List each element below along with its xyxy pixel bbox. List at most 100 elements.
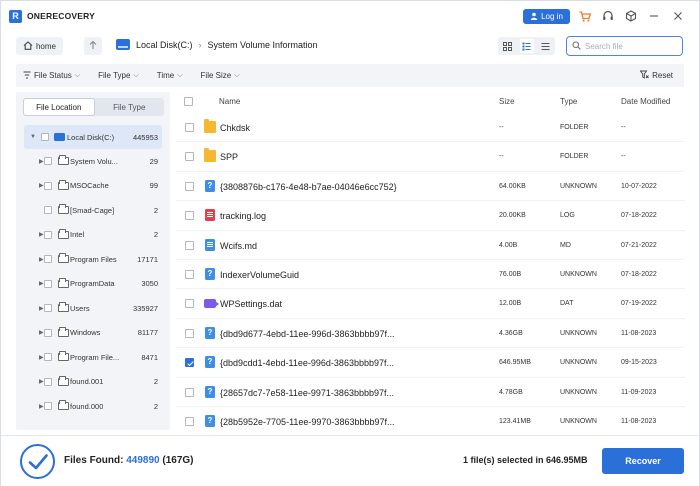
- expand-right-icon[interactable]: ▶: [39, 378, 44, 385]
- tab-file-location[interactable]: File Location: [23, 98, 95, 116]
- minimize-icon[interactable]: [647, 9, 661, 23]
- support-headset-icon[interactable]: [601, 9, 615, 23]
- close-icon[interactable]: [671, 9, 685, 23]
- home-button[interactable]: home: [16, 37, 63, 55]
- table-row[interactable]: WPSettings.dat 12.00B DAT 07-19-2022: [176, 289, 685, 319]
- row-checkbox[interactable]: [185, 123, 194, 132]
- table-row[interactable]: SPP -- FOLDER --: [176, 142, 685, 172]
- row-checkbox[interactable]: [185, 269, 194, 279]
- tree-item-checkbox[interactable]: [44, 157, 52, 166]
- filter-file-status[interactable]: File Status ⌵: [23, 70, 81, 81]
- vertical-scrollbar[interactable]: [687, 113, 691, 429]
- file-name: {28b5952e-7705-11ee-9970-3863bbbb97f...: [220, 416, 395, 427]
- tree-item-checkbox[interactable]: [41, 133, 49, 141]
- tree-item-checkbox[interactable]: [44, 230, 52, 239]
- expand-right-icon[interactable]: ▶: [39, 354, 44, 361]
- up-directory-button[interactable]: [84, 37, 102, 55]
- file-type: LOG: [560, 212, 575, 220]
- expand-right-icon[interactable]: ▶: [39, 231, 44, 238]
- breadcrumb: Local Disk(C:) › System Volume Informati…: [116, 39, 318, 50]
- file-date-modified: --: [621, 153, 626, 161]
- search-input[interactable]: [585, 41, 673, 51]
- tree-item[interactable]: ▶ found.001 2: [16, 370, 170, 395]
- grid-view-icon[interactable]: [501, 39, 515, 53]
- filter-time[interactable]: Time ⌵: [157, 71, 183, 80]
- detail-view-icon[interactable]: [539, 39, 553, 53]
- tree-item-checkbox[interactable]: [44, 279, 52, 288]
- login-button[interactable]: Log in: [523, 9, 570, 24]
- tree-item[interactable]: ▶ Program File... 8471: [16, 345, 170, 370]
- recover-button[interactable]: Recover: [602, 448, 684, 474]
- chevron-down-icon: ⌵: [74, 71, 81, 79]
- expand-right-icon[interactable]: ▶: [39, 305, 44, 312]
- row-checkbox[interactable]: [185, 181, 194, 191]
- table-row[interactable]: {28b5952e-7705-11ee-9970-3863bbbb97f... 1…: [176, 407, 685, 437]
- table-row[interactable]: IndexerVolumeGuid 76.00B UNKNOWN 07-18-2022: [176, 260, 685, 290]
- expand-right-icon[interactable]: ▶: [39, 182, 44, 189]
- table-row[interactable]: tracking.log 20.00KB LOG 07-18-2022: [176, 201, 685, 231]
- table-row[interactable]: {dbd9cdd1-4ebd-11ee-996d-3863bbbb97f... 6…: [176, 348, 685, 378]
- tree-item[interactable]: ▶ found.000 2: [16, 394, 170, 419]
- row-checkbox[interactable]: [185, 416, 194, 426]
- tree-item[interactable]: ▶ Intel 2: [16, 223, 170, 248]
- column-header-date-modified[interactable]: Date Modified: [621, 97, 670, 106]
- column-header-name[interactable]: Name: [219, 97, 240, 106]
- tree-item-checkbox[interactable]: [44, 353, 52, 362]
- tab-file-type[interactable]: File Type: [95, 98, 165, 116]
- table-row[interactable]: {dbd9d677-4ebd-11ee-996d-3863bbbb97f... 4…: [176, 319, 685, 349]
- cart-icon[interactable]: [578, 9, 592, 23]
- breadcrumb-item-current[interactable]: System Volume Information: [208, 40, 318, 50]
- tree-item-checkbox[interactable]: [44, 328, 52, 337]
- tree-item[interactable]: ▼ Local Disk(C:) 445953: [24, 125, 162, 149]
- tree-item[interactable]: [Smad-Cage] 2: [16, 198, 170, 223]
- row-checkbox[interactable]: [185, 211, 194, 221]
- tree-item[interactable]: ▶ Program Files 17171: [16, 247, 170, 272]
- tree-item[interactable]: ▶ ProgramData 3050: [16, 272, 170, 297]
- row-checkbox[interactable]: [185, 328, 194, 338]
- file-date-modified: 07-18-2022: [621, 270, 657, 278]
- tree-item-checkbox[interactable]: [44, 181, 52, 190]
- column-header-type[interactable]: Type: [560, 97, 577, 106]
- row-checkbox[interactable]: [185, 240, 194, 250]
- list-view-icon[interactable]: [519, 39, 534, 53]
- table-row[interactable]: {28657dc7-7e58-11ee-9971-3863bbbb97f... 4…: [176, 378, 685, 407]
- row-checkbox[interactable]: [185, 358, 194, 368]
- tree-item-label: Program File...: [70, 352, 120, 362]
- expand-right-icon[interactable]: ▶: [39, 403, 44, 410]
- file-date-modified: 11-08-2023: [621, 329, 657, 337]
- expand-down-icon[interactable]: ▼: [30, 134, 36, 140]
- files-found-summary: Files Found: 449890 (167G): [64, 455, 194, 466]
- file-size: --: [499, 153, 504, 161]
- filter-file-type[interactable]: File Type ⌵: [98, 71, 139, 80]
- tree-item-checkbox[interactable]: [44, 304, 52, 313]
- tree-item-label: found.001: [70, 377, 104, 387]
- navigation-bar: home Local Disk(C:) › System Volume Info…: [1, 31, 699, 61]
- table-row[interactable]: {3808876b-c176-4e48-b7ae-04046e6cc752} 64…: [176, 172, 685, 202]
- tree-item-checkbox[interactable]: [44, 206, 52, 215]
- tree-item[interactable]: ▶ MSOCache 99: [16, 174, 170, 199]
- file-size: 4.00B: [499, 241, 518, 249]
- breadcrumb-item-drive[interactable]: Local Disk(C:): [136, 40, 193, 50]
- reset-filter-icon: [639, 70, 649, 81]
- expand-right-icon[interactable]: ▶: [39, 158, 44, 165]
- tree-item-checkbox[interactable]: [44, 402, 52, 411]
- status-footer: Files Found: 449890 (167G) 1 file(s) sel…: [1, 435, 699, 486]
- row-checkbox[interactable]: [185, 299, 194, 309]
- expand-right-icon[interactable]: ▶: [39, 329, 44, 336]
- filter-file-size[interactable]: File Size ⌵: [201, 71, 240, 80]
- row-checkbox[interactable]: [185, 387, 194, 397]
- row-checkbox[interactable]: [185, 152, 194, 162]
- expand-right-icon[interactable]: ▶: [39, 280, 44, 287]
- column-header-size[interactable]: Size: [499, 97, 515, 106]
- tree-item[interactable]: ▶ Windows 81177: [16, 321, 170, 346]
- settings-cube-icon[interactable]: [624, 9, 638, 23]
- tree-item-checkbox[interactable]: [44, 377, 52, 386]
- table-row[interactable]: Chkdsk -- FOLDER --: [176, 113, 685, 143]
- tree-item[interactable]: ▶ Users 335927: [16, 296, 170, 321]
- select-all-checkbox[interactable]: [184, 97, 193, 106]
- reset-filter-button[interactable]: Reset: [639, 70, 673, 81]
- tree-item-checkbox[interactable]: [44, 255, 52, 264]
- table-row[interactable]: Wcifs.md 4.00B MD 07-21-2022: [176, 231, 685, 260]
- expand-right-icon[interactable]: ▶: [39, 256, 44, 263]
- tree-item[interactable]: ▶ System Volu... 29: [16, 149, 170, 174]
